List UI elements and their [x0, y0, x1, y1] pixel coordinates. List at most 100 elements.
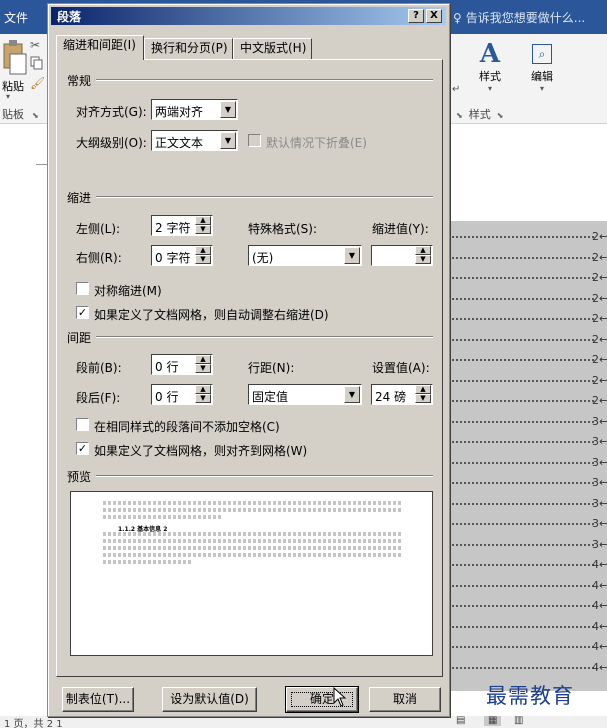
special-format-value: (无): [252, 251, 274, 265]
dropdown-arrow-icon[interactable]: ▼: [220, 101, 236, 118]
line-number-mark: 2←: [592, 333, 607, 346]
left-indent-label: 左侧(L):: [76, 222, 121, 236]
ok-button[interactable]: 确定: [285, 686, 359, 713]
styles-label: 样式: [479, 70, 501, 83]
space-before-stepper[interactable]: 0 行 ▲ ▼: [151, 354, 213, 375]
indent-by-stepper[interactable]: ▲ ▼: [371, 245, 433, 266]
section-indent: 缩进: [67, 191, 92, 205]
tab-label: 中文版式(H): [240, 41, 307, 55]
spin-down-icon[interactable]: ▼: [195, 255, 211, 264]
styles-launcher-icon[interactable]: ⬊: [497, 111, 504, 120]
line-number-mark: 2←: [592, 353, 607, 366]
dialog-title-bar[interactable]: 段落 ? X: [51, 7, 446, 25]
spin-up-icon[interactable]: ▲: [195, 216, 211, 225]
read-mode-icon[interactable]: ▤: [456, 716, 465, 726]
web-layout-icon[interactable]: ▥: [514, 716, 523, 726]
line-number-mark: 3←: [592, 476, 607, 489]
spacing-at-stepper[interactable]: 24 磅 ▲ ▼: [371, 384, 433, 405]
no-space-same-style-checkbox[interactable]: [76, 418, 89, 431]
editing-button[interactable]: ⌕ 编辑 ▾: [522, 40, 562, 93]
cut-icon[interactable]: ✂: [30, 38, 40, 52]
space-after-value: 0 行: [155, 390, 179, 404]
paste-dropdown-icon[interactable]: ▾: [6, 92, 10, 101]
document-text-line: [444, 667, 594, 669]
document-text-line: [444, 482, 594, 484]
spacing-at-label: 设置值(A):: [372, 361, 430, 375]
format-painter-icon[interactable]: 🖌: [30, 76, 45, 90]
right-indent-stepper[interactable]: 0 字符 ▲ ▼: [151, 245, 213, 266]
spin-down-icon[interactable]: ▼: [195, 364, 211, 373]
mirror-indents-checkbox[interactable]: [76, 282, 89, 295]
spin-up-icon[interactable]: ▲: [195, 246, 211, 255]
cancel-button[interactable]: 取消: [369, 687, 441, 712]
document-text-line: [444, 605, 594, 607]
spin-up-icon[interactable]: ▲: [195, 385, 211, 394]
dialog-launcher-icon[interactable]: ⬊: [32, 111, 39, 120]
tab-asian-typography[interactable]: 中文版式(H): [233, 38, 312, 59]
special-format-select[interactable]: (无) ▼: [248, 245, 362, 266]
tab-line-page-breaks[interactable]: 换行和分页(P): [144, 38, 233, 59]
dropdown-arrow-icon[interactable]: ▼: [220, 132, 236, 149]
tab-indents-spacing[interactable]: 缩进和间距(I): [56, 35, 144, 60]
document-text-line: [444, 544, 594, 546]
outline-level-select[interactable]: 正文文本 ▼: [151, 130, 238, 151]
space-after-label: 段后(F):: [76, 391, 121, 405]
set-default-button[interactable]: 设为默认值(D): [162, 687, 257, 712]
spin-up-icon[interactable]: ▲: [415, 246, 431, 255]
print-layout-icon[interactable]: ▦: [484, 716, 502, 726]
space-after-stepper[interactable]: 0 行 ▲ ▼: [151, 384, 213, 405]
styles-dropdown-icon: ▾: [487, 84, 492, 93]
line-number-mark: 4←: [592, 558, 607, 571]
tab-label: 缩进和间距(I): [63, 38, 136, 52]
preview-line: [103, 501, 403, 505]
line-number-mark: 3←: [592, 415, 607, 428]
selected-text-region: [440, 221, 607, 691]
section-spacing: 间距: [67, 331, 92, 345]
dropdown-arrow-icon[interactable]: ▼: [344, 386, 360, 403]
line-number-mark: 3←: [592, 497, 607, 510]
paste-icon[interactable]: [2, 38, 28, 76]
page-count: 1 页，共 2 1: [4, 719, 63, 728]
line-number-mark: 4←: [592, 620, 607, 633]
alignment-value: 两端对齐: [155, 105, 204, 119]
close-button[interactable]: X: [426, 9, 442, 23]
dialog-title: 段落: [57, 10, 82, 24]
document-text-line: [444, 339, 594, 341]
alignment-select[interactable]: 两端对齐 ▼: [151, 99, 238, 120]
snap-to-grid-label: 如果定义了文档网格，则对齐到网格(W): [94, 444, 308, 458]
tabs-button[interactable]: 制表位(T)...: [62, 687, 134, 712]
spin-down-icon[interactable]: ▼: [195, 394, 211, 403]
file-tab[interactable]: 文件: [4, 9, 28, 26]
help-button[interactable]: ?: [408, 9, 424, 23]
spin-down-icon[interactable]: ▼: [415, 255, 431, 264]
preview-line: [103, 508, 403, 512]
alignment-label: 对齐方式(G):: [76, 105, 147, 119]
document-text-line: [444, 626, 594, 628]
document-text-line: [444, 503, 594, 505]
no-space-same-style-label: 在相同样式的段落间不添加空格(C): [94, 420, 280, 434]
styles-button[interactable]: A 样式 ▾: [470, 40, 510, 93]
preview-box: [70, 491, 433, 656]
auto-adjust-indent-checkbox[interactable]: ✓: [76, 306, 89, 319]
document-text-line: [444, 523, 594, 525]
line-number-mark: 4←: [592, 661, 607, 674]
styles-icon: A: [479, 39, 501, 69]
preview-line: [103, 560, 193, 564]
tell-me-search[interactable]: ♀ 告诉我您想要做什么...: [453, 9, 585, 26]
dropdown-arrow-icon[interactable]: ▼: [344, 247, 360, 264]
line-spacing-select[interactable]: 固定值 ▼: [248, 384, 362, 405]
spin-down-icon[interactable]: ▼: [415, 394, 431, 403]
spin-up-icon[interactable]: ▲: [415, 385, 431, 394]
line-number-mark: 3←: [592, 517, 607, 530]
clipboard-group-label: 贴板 ⬊: [2, 106, 39, 122]
spin-down-icon[interactable]: ▼: [195, 225, 211, 234]
dialog-launcher-icon[interactable]: ⬊: [456, 111, 463, 120]
spin-up-icon[interactable]: ▲: [195, 355, 211, 364]
left-indent-stepper[interactable]: 2 字符 ▲ ▼: [151, 215, 213, 236]
copy-icon[interactable]: [30, 56, 44, 70]
editing-dropdown-icon: ▾: [539, 84, 544, 93]
checkmark-icon: ✓: [77, 306, 88, 319]
auto-adjust-indent-label: 如果定义了文档网格，则自动调整右缩进(D): [94, 308, 329, 322]
snap-to-grid-checkbox[interactable]: ✓: [76, 442, 89, 455]
outline-level-value: 正文文本: [155, 136, 204, 150]
